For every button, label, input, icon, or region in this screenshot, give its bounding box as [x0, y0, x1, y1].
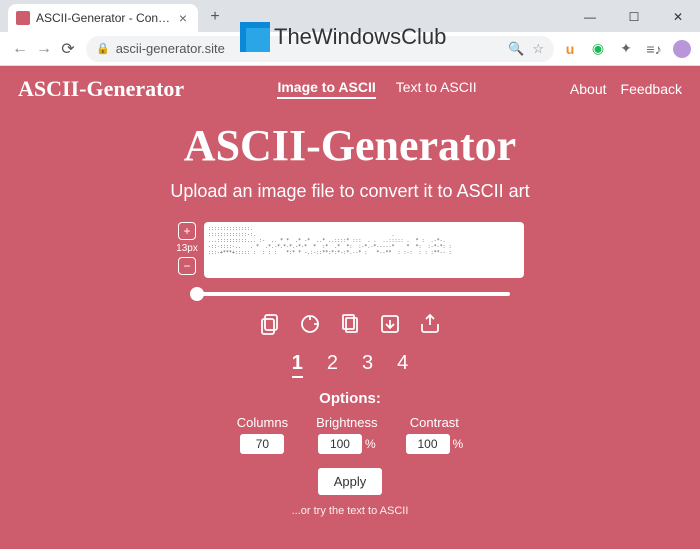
back-button[interactable]: ← [8, 40, 32, 58]
brightness-input[interactable] [318, 434, 362, 454]
contrast-label: Contrast [406, 415, 464, 430]
zoom-out-button[interactable]: − [178, 257, 196, 275]
browser-tab[interactable]: ASCII-Generator - Convert image... × [8, 4, 198, 32]
tab-close-icon[interactable]: × [176, 10, 190, 26]
nav-about[interactable]: About [570, 81, 607, 97]
tab-title: ASCII-Generator - Convert image... [36, 11, 176, 25]
extensions-icon[interactable]: ✦ [616, 39, 636, 59]
page-4[interactable]: 4 [397, 352, 408, 378]
columns-input[interactable] [240, 434, 284, 454]
footnote-link[interactable]: ...or try the text to ASCII [18, 505, 682, 517]
brightness-label: Brightness [316, 415, 377, 430]
zoom-level: 13px [176, 243, 198, 254]
download-icon[interactable] [378, 312, 402, 336]
star-icon[interactable]: ☆ [532, 41, 544, 57]
forward-button[interactable]: → [32, 40, 56, 58]
action-icons [18, 312, 682, 336]
hero: ASCII-Generator Upload an image file to … [18, 120, 682, 202]
hero-subtitle: Upload an image file to convert it to AS… [18, 181, 682, 202]
zoom-in-button[interactable]: + [178, 222, 196, 240]
zoom-controls: + 13px − [176, 222, 198, 275]
nav-feedback[interactable]: Feedback [621, 81, 682, 97]
contrast-pct: % [453, 437, 464, 451]
pager: 1 2 3 4 [18, 352, 682, 378]
copy-icon[interactable] [258, 312, 282, 336]
reload-button[interactable]: ⟳ [56, 39, 80, 59]
profile-avatar[interactable] [672, 39, 692, 59]
window-close-button[interactable]: ✕ [656, 2, 700, 32]
ascii-preview: ::::::::::::::. :::::::::::::-:. . ...::… [204, 222, 524, 278]
watermark: TheWindowsClub [240, 22, 446, 52]
hero-title: ASCII-Generator [18, 120, 682, 171]
columns-label: Columns [237, 415, 288, 430]
preview-slider[interactable] [190, 292, 510, 296]
nav-image-to-ascii[interactable]: Image to ASCII [277, 79, 375, 99]
watermark-logo-icon [240, 22, 270, 52]
brand-logo[interactable]: ASCII-Generator [18, 76, 184, 102]
brightness-pct: % [365, 437, 376, 451]
extension-u-icon[interactable]: u [560, 39, 580, 59]
apply-button[interactable]: Apply [318, 468, 383, 495]
page-1[interactable]: 1 [292, 352, 303, 378]
page-2[interactable]: 2 [327, 352, 338, 378]
nav-text-to-ascii[interactable]: Text to ASCII [396, 79, 477, 99]
extension-green-icon[interactable]: ◉ [588, 39, 608, 59]
share-icon[interactable] [418, 312, 442, 336]
refresh-icon[interactable] [298, 312, 322, 336]
options-row: Columns Brightness % Contrast % [18, 415, 682, 454]
contrast-input[interactable] [406, 434, 450, 454]
window-minimize-button[interactable]: — [568, 2, 612, 32]
window-maximize-button[interactable]: ☐ [612, 2, 656, 32]
watermark-text: TheWindowsClub [274, 24, 446, 50]
lock-icon: 🔒 [96, 42, 110, 55]
top-nav: ASCII-Generator Image to ASCII Text to A… [18, 66, 682, 112]
search-icon[interactable]: 🔍 [508, 41, 524, 57]
options-heading: Options: [18, 390, 682, 407]
tab-favicon [16, 11, 30, 25]
page-content: ASCII-Generator Image to ASCII Text to A… [0, 66, 700, 549]
slider-thumb[interactable] [190, 287, 204, 301]
page-3[interactable]: 3 [362, 352, 373, 378]
extension-list-icon[interactable]: ≡♪ [644, 39, 664, 59]
document-icon[interactable] [338, 312, 362, 336]
new-tab-button[interactable]: + [204, 6, 226, 28]
